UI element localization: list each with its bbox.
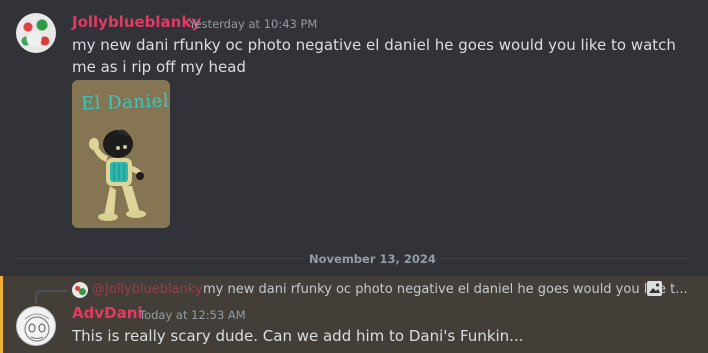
image-attachment[interactable]: El Daniel [72,80,170,228]
reply-mention[interactable]: @Jollyblueblanky [92,282,203,297]
message-text: This is really scary dude. Can we add hi… [72,327,524,345]
mention-highlight-bar [0,276,3,353]
reply-connector [35,290,67,304]
timestamp: Today at 12:53 AM [139,308,246,322]
sketch-avatar-drawing [24,313,50,342]
reply-preview[interactable]: my new dani rfunky oc photo negative el … [203,282,688,297]
username[interactable]: AdvDani [72,304,143,322]
date-divider-label: November 13, 2024 [305,252,440,266]
message-jollyblueblanky: Jollyblueblanky Yesterday at 10:43 PM my… [0,0,708,240]
message-advdani: @Jollyblueblanky my new dani rfunky oc p… [0,276,708,353]
avatar[interactable] [16,13,56,53]
avatar[interactable] [16,306,56,346]
username[interactable]: Jollyblueblanky [72,13,201,31]
message-text: my new dani rfunky oc photo negative el … [72,36,676,76]
oc-drawing [89,129,146,221]
image-icon [647,281,662,296]
timestamp: Yesterday at 10:43 PM [189,17,318,31]
reply-avatar[interactable] [72,282,88,298]
